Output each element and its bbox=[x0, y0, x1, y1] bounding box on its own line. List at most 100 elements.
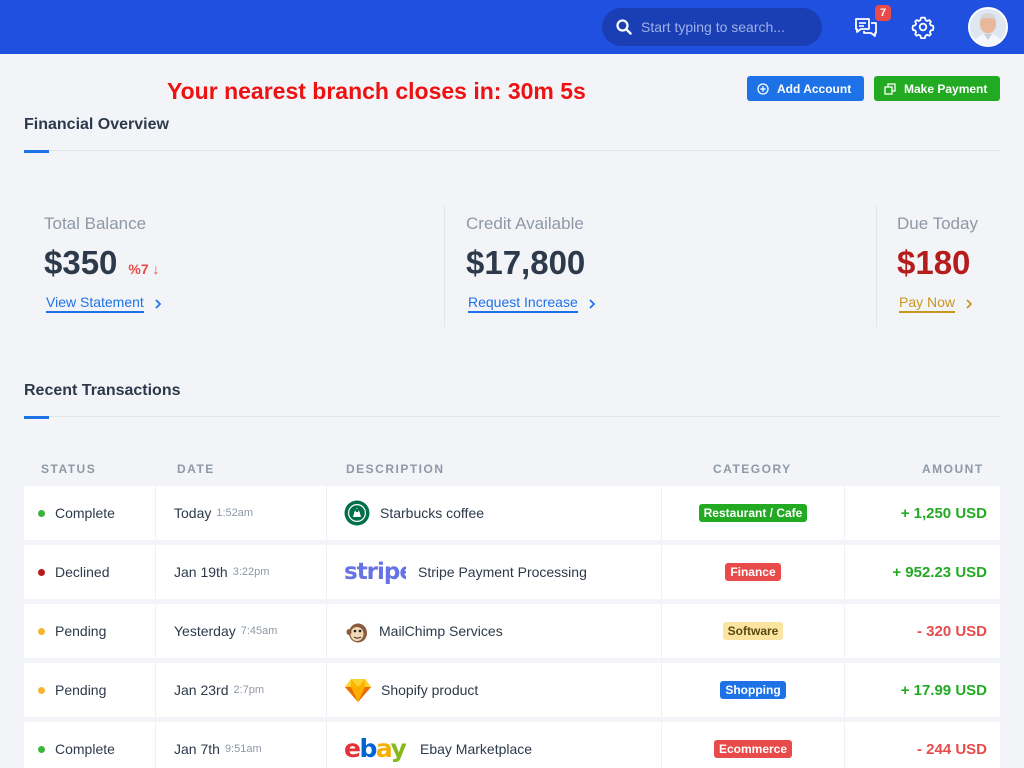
status-cell: Complete bbox=[24, 722, 115, 768]
status-cell: Pending bbox=[24, 604, 106, 658]
search-input[interactable] bbox=[641, 19, 811, 35]
status-text: Declined bbox=[55, 564, 110, 580]
chevron-right-icon bbox=[588, 298, 596, 310]
stat-change: %7 ↓ bbox=[128, 261, 160, 277]
chevron-right-icon bbox=[965, 298, 973, 310]
add-account-button[interactable]: Add Account bbox=[747, 76, 864, 101]
stat-value: $17,800 bbox=[466, 244, 596, 282]
stat-label: Total Balance bbox=[44, 214, 147, 233]
description-text: Starbucks coffee bbox=[380, 505, 485, 521]
status-dot bbox=[38, 686, 45, 694]
mailchimp-logo bbox=[344, 618, 370, 644]
date-text: Today bbox=[174, 505, 212, 521]
category-cell: Finance bbox=[662, 545, 844, 599]
date-text: Jan 7th bbox=[174, 741, 220, 757]
request-increase-link[interactable]: Request Increase bbox=[468, 294, 596, 313]
table-row[interactable]: Pending Yesterday 7:45am MailChimp Servi… bbox=[24, 604, 1000, 658]
table-row[interactable]: Declined Jan 19th 3:22pm stripe Stripe P… bbox=[24, 545, 1000, 599]
svg-text:ebay: ebay bbox=[344, 735, 406, 763]
category-cell: Shopping bbox=[662, 663, 844, 717]
financial-overview-title: Financial Overview bbox=[24, 116, 169, 133]
branch-countdown: Your nearest branch closes in: 30m 5s bbox=[167, 78, 586, 104]
sketch-logo bbox=[344, 677, 372, 703]
chat-icon bbox=[854, 16, 878, 38]
pay-now-link[interactable]: Pay Now bbox=[899, 294, 973, 313]
time-text: 1:52am bbox=[216, 507, 254, 519]
starbucks-logo bbox=[344, 500, 370, 526]
section-divider bbox=[24, 416, 1000, 417]
description-text: MailChimp Services bbox=[379, 623, 503, 639]
stat-label: Credit Available bbox=[466, 214, 584, 233]
table-row[interactable]: Complete Jan 7th 9:51am ebay Ebay Market… bbox=[24, 722, 1000, 768]
table-row[interactable]: Pending Jan 23rd 2:7pm Shopify product S… bbox=[24, 663, 1000, 717]
stat-amount: $350 bbox=[44, 244, 118, 281]
make-payment-button[interactable]: Make Payment bbox=[874, 76, 1000, 101]
category-badge: Software bbox=[722, 622, 784, 640]
stat-due-today: Due Today $180 Pay Now bbox=[897, 214, 978, 313]
ebay-logo: ebay bbox=[344, 735, 408, 763]
stat-credit-available: Credit Available $17,800 Request Increas… bbox=[466, 214, 596, 313]
status-dot bbox=[38, 745, 45, 753]
column-header-amount[interactable]: AMOUNT bbox=[922, 462, 984, 476]
description-text: Stripe Payment Processing bbox=[418, 564, 587, 580]
description-cell: stripe Stripe Payment Processing bbox=[344, 545, 587, 599]
copy-icon bbox=[884, 82, 896, 95]
svg-text:stripe: stripe bbox=[344, 559, 406, 585]
amount-cell: + 17.99 USD bbox=[845, 663, 987, 717]
column-header-status[interactable]: STATUS bbox=[41, 462, 96, 476]
status-dot bbox=[38, 509, 45, 517]
view-statement-link[interactable]: View Statement bbox=[46, 294, 162, 313]
status-text: Pending bbox=[55, 682, 107, 698]
date-cell: Jan 19th 3:22pm bbox=[174, 545, 269, 599]
settings-button[interactable] bbox=[910, 14, 936, 40]
date-cell: Jan 23rd 2:7pm bbox=[174, 663, 264, 717]
stat-divider bbox=[444, 205, 445, 327]
stat-value: $350 %7 ↓ bbox=[44, 244, 162, 282]
pay-now-label: Pay Now bbox=[899, 294, 956, 313]
chevron-right-icon bbox=[154, 298, 162, 310]
date-cell: Yesterday 7:45am bbox=[174, 604, 277, 658]
date-cell: Jan 7th 9:51am bbox=[174, 722, 262, 768]
section-accent bbox=[24, 150, 49, 153]
status-text: Complete bbox=[55, 741, 115, 757]
section-divider bbox=[24, 150, 1000, 151]
stat-amount: $17,800 bbox=[466, 244, 586, 281]
stat-amount: $180 bbox=[897, 244, 971, 281]
request-increase-label: Request Increase bbox=[468, 294, 578, 313]
description-cell: Starbucks coffee bbox=[344, 486, 484, 540]
amount-cell: + 1,250 USD bbox=[845, 486, 987, 540]
view-statement-label: View Statement bbox=[46, 294, 144, 313]
category-badge: Shopping bbox=[720, 681, 786, 699]
time-text: 9:51am bbox=[224, 743, 262, 755]
top-navigation-bar: 7 bbox=[0, 0, 1024, 54]
category-badge: Finance bbox=[725, 563, 781, 581]
category-cell: Restaurant / Cafe bbox=[662, 486, 844, 540]
user-avatar[interactable] bbox=[968, 7, 1008, 47]
status-text: Pending bbox=[55, 623, 107, 639]
status-dot bbox=[38, 568, 45, 576]
category-cell: Ecommerce bbox=[662, 722, 844, 768]
column-header-category[interactable]: CATEGORY bbox=[713, 462, 792, 476]
status-text: Complete bbox=[55, 505, 115, 521]
plus-circle-icon bbox=[757, 82, 769, 95]
column-header-description[interactable]: DESCRIPTION bbox=[346, 462, 445, 476]
search-icon bbox=[616, 19, 632, 35]
section-accent bbox=[24, 416, 49, 419]
search-box[interactable] bbox=[602, 8, 822, 46]
make-payment-label: Make Payment bbox=[904, 81, 988, 96]
table-row[interactable]: Complete Today 1:52am Starbucks coffee R… bbox=[24, 486, 1000, 540]
stat-total-balance: Total Balance $350 %7 ↓ View Statement bbox=[44, 214, 162, 313]
amount-cell: + 952.23 USD bbox=[845, 545, 987, 599]
notification-badge: 7 bbox=[875, 5, 891, 21]
description-cell: ebay Ebay Marketplace bbox=[344, 722, 532, 768]
time-text: 3:22pm bbox=[232, 566, 270, 578]
time-text: 2:7pm bbox=[233, 684, 265, 696]
status-cell: Complete bbox=[24, 486, 115, 540]
stripe-logo: stripe bbox=[344, 559, 406, 585]
amount-text: - 320 USD bbox=[916, 622, 987, 640]
description-cell: Shopify product bbox=[344, 663, 478, 717]
column-header-date[interactable]: DATE bbox=[177, 462, 215, 476]
status-dot bbox=[38, 627, 45, 635]
date-text: Jan 19th bbox=[174, 564, 228, 580]
add-account-label: Add Account bbox=[777, 81, 852, 96]
